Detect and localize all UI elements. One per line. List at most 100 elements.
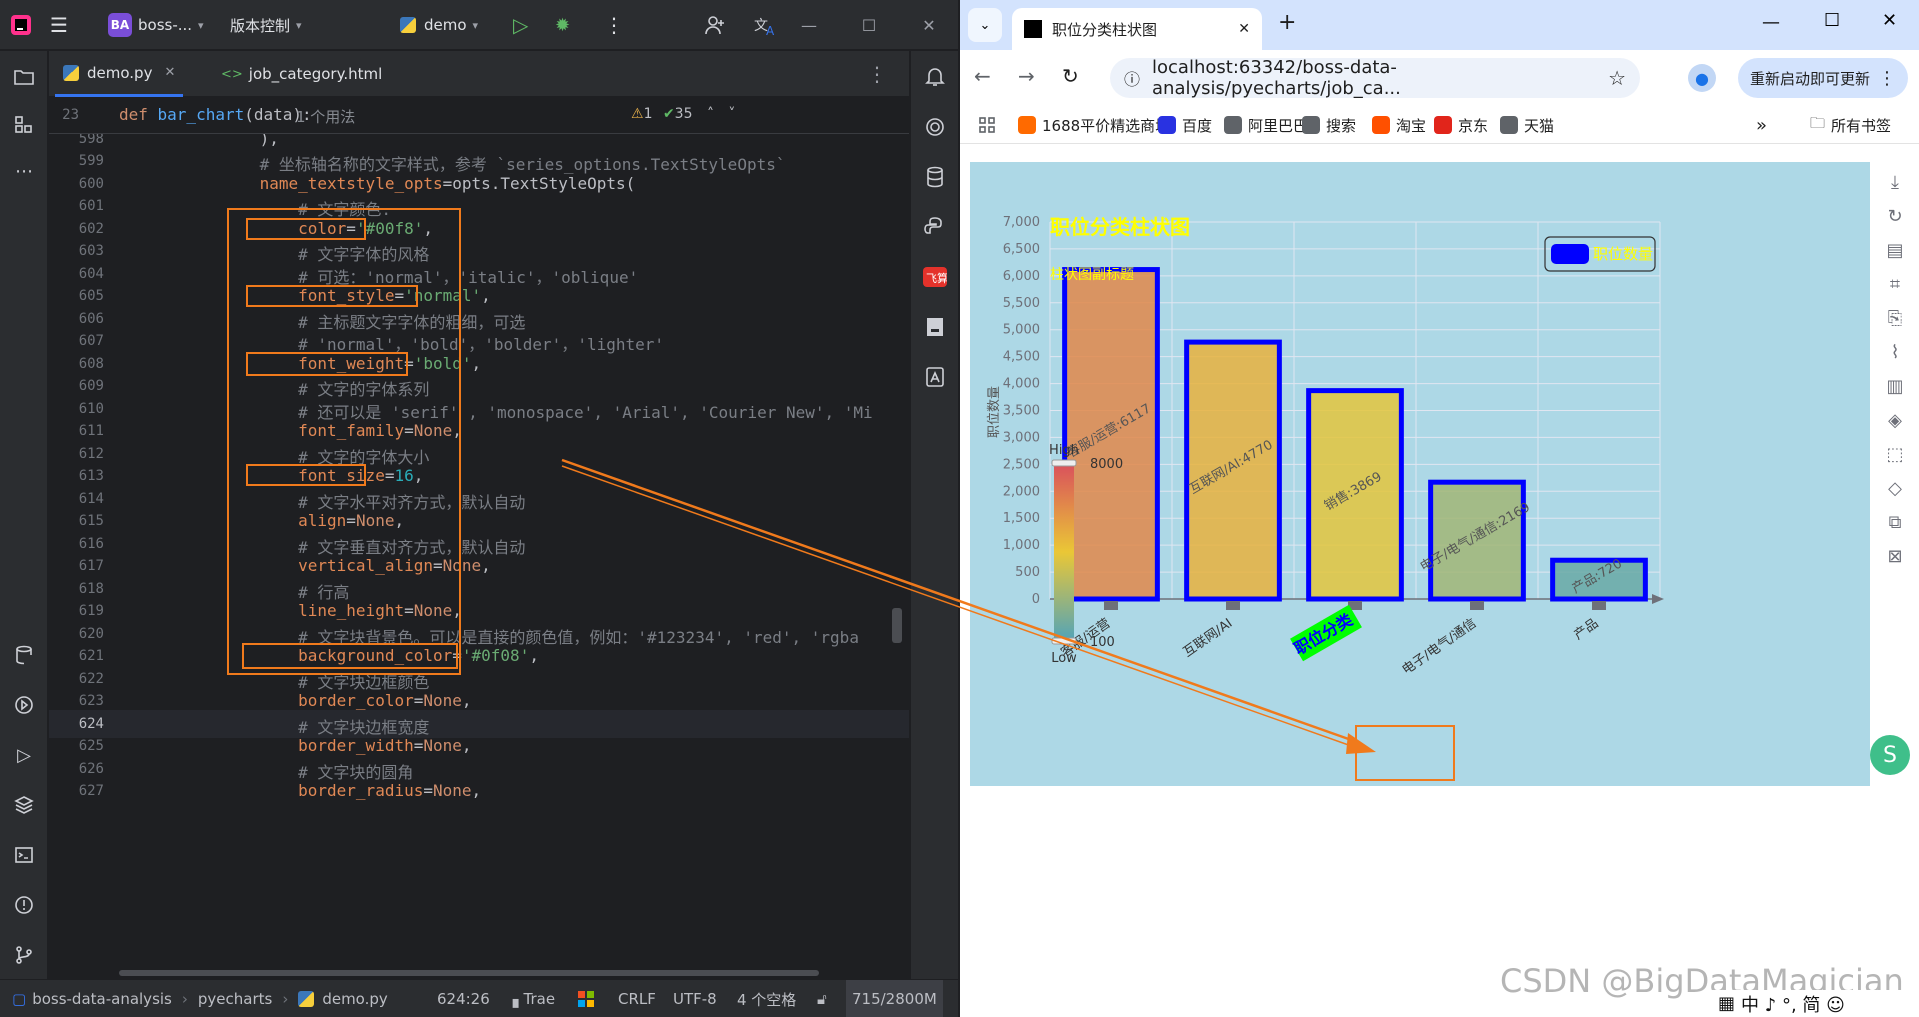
run-icon[interactable]: ▷ — [513, 0, 528, 50]
ai-translate-icon[interactable] — [921, 363, 949, 391]
browser-menu-icon[interactable]: ⋮ — [1878, 68, 1896, 89]
tab-search-icon[interactable]: ⌄ — [968, 8, 1002, 42]
y-tick-label: 2,000 — [1003, 484, 1040, 499]
breadcrumb-file[interactable]: demo.py — [322, 990, 387, 1008]
horizontal-scrollbar[interactable] — [119, 970, 819, 976]
terminal-icon[interactable] — [10, 841, 38, 869]
ide-logo-icon[interactable] — [10, 0, 32, 50]
caret-position[interactable]: 624:26 — [437, 980, 490, 1017]
bookmark-item[interactable]: 搜索 — [1302, 106, 1356, 144]
bookmark-item[interactable]: 天猫 — [1500, 106, 1554, 144]
download-icon[interactable]: ⤓ — [1883, 170, 1907, 194]
back-icon[interactable]: ← — [974, 64, 991, 88]
more-actions-icon[interactable]: ⋮ — [604, 0, 624, 50]
clear-selection-icon[interactable]: ⊠ — [1883, 544, 1907, 568]
bar-chart-icon[interactable]: ▥ — [1883, 374, 1907, 398]
stack-icon[interactable]: ◈ — [1883, 408, 1907, 432]
file-encoding[interactable]: UTF-8 — [673, 980, 717, 1017]
more-tools-icon[interactable]: ⋯ — [10, 157, 38, 185]
zoom-back-icon[interactable]: ⎘ — [1883, 306, 1907, 330]
chevron-up-icon[interactable]: ˄ — [707, 106, 714, 122]
indent-setting[interactable]: 4 个空格 — [737, 980, 796, 1017]
y-tick-label: 4,000 — [1003, 377, 1040, 392]
problems-icon[interactable] — [10, 891, 38, 919]
translate-icon[interactable]: 文A — [754, 0, 778, 50]
new-tab-button[interactable]: + — [1278, 10, 1296, 35]
ide-title-bar: ☰ BA boss-... ▾ 版本控制 ▾ demo ▾ ▷ ✹ ⋮ 文 A … — [0, 0, 958, 50]
all-bookmarks[interactable]: 🗀︎ 所有书签 — [1810, 106, 1891, 144]
code-editor[interactable]: 597 linestyle_opts=None,598 ),599 # 坐标轴名… — [49, 98, 909, 978]
folder-icon[interactable] — [10, 63, 38, 91]
update-button[interactable]: 重新启动即可更新 ⋮ — [1738, 58, 1908, 98]
project-selector[interactable]: BA boss-... ▾ — [108, 0, 204, 50]
breadcrumb-project[interactable]: boss-data-analysis — [32, 990, 172, 1008]
zoom-icon[interactable]: ⌗ — [1883, 272, 1907, 296]
breadcrumb-folder[interactable]: pyecharts — [198, 990, 272, 1008]
database-icon[interactable] — [10, 641, 38, 669]
bookmark-item[interactable]: 淘宝 — [1372, 106, 1426, 144]
chevron-down-icon[interactable]: ˅ — [728, 106, 735, 122]
ai-assistant-icon[interactable] — [921, 113, 949, 141]
windows-icon[interactable] — [578, 980, 594, 1017]
address-bar[interactable]: ⓘ localhost:63342/boss-data-analysis/pye… — [1110, 57, 1640, 99]
profile-avatar[interactable]: ● — [1688, 64, 1716, 92]
python-console-icon[interactable] — [921, 213, 949, 241]
reload-icon[interactable]: ↻ — [1062, 64, 1079, 88]
close-button[interactable]: ✕ — [906, 0, 952, 50]
tab-demo-py[interactable]: demo.py ✕ — [55, 51, 184, 97]
rect-select-icon[interactable]: ⬚ — [1883, 442, 1907, 466]
maximize-button[interactable]: ☐ — [846, 0, 892, 50]
floating-assistant-icon[interactable]: S — [1870, 735, 1910, 775]
tab-job-category-html[interactable]: <> job_category.html — [221, 51, 382, 97]
run-tool-icon[interactable]: ▷ — [10, 741, 38, 769]
ime-toolbar[interactable]: ▦ 中 ♪ °, 简 ☺ — [1712, 990, 1919, 1017]
apps-grid-icon[interactable] — [978, 106, 996, 144]
bookmark-item[interactable]: 阿里巴巴 — [1224, 106, 1308, 144]
tab-options-icon[interactable]: ⋮ — [867, 51, 887, 97]
bookmark-item[interactable]: 京东 — [1434, 106, 1488, 144]
keep-selection-icon[interactable]: ⧉ — [1883, 510, 1907, 534]
lasso-select-icon[interactable]: ◇ — [1883, 476, 1907, 500]
data-view-icon[interactable]: ▤ — [1883, 238, 1907, 262]
debug-icon[interactable]: ✹ — [555, 0, 570, 50]
site-info-icon[interactable]: ⓘ — [1124, 66, 1140, 90]
sdk-icon[interactable] — [921, 313, 949, 341]
bookmark-item[interactable]: 1688平价精选商城 — [1018, 106, 1170, 144]
line-ending[interactable]: CRLF — [618, 980, 656, 1017]
close-button[interactable]: ✕ — [1882, 10, 1897, 31]
memory-indicator[interactable]: 715/2800M — [846, 980, 943, 1017]
restore-icon[interactable]: ↻ — [1883, 204, 1907, 228]
feishu-icon[interactable]: 飞算 — [921, 263, 949, 291]
lock-icon[interactable]: 🔓︎ — [817, 980, 827, 1017]
structure-icon[interactable] — [10, 111, 38, 139]
code-line: name_textstyle_opts=opts.TextStyleOpts( — [259, 173, 636, 193]
add-user-icon[interactable] — [704, 0, 726, 50]
minimize-button[interactable]: — — [786, 0, 832, 50]
git-icon[interactable] — [10, 941, 38, 969]
minimize-button[interactable]: — — [1762, 12, 1780, 33]
svg-text:A: A — [766, 24, 775, 36]
vertical-scrollbar[interactable] — [892, 608, 902, 643]
bookmark-star-icon[interactable]: ☆ — [1608, 66, 1626, 90]
database-tool-icon[interactable] — [921, 163, 949, 191]
line-chart-icon[interactable]: ⌇ — [1883, 340, 1907, 364]
services-icon[interactable] — [10, 691, 38, 719]
layers-icon[interactable] — [10, 791, 38, 819]
more-bookmarks-icon[interactable]: » — [1756, 106, 1767, 144]
bookmark-label: 淘宝 — [1396, 116, 1427, 135]
main-menu-icon[interactable]: ☰ — [50, 0, 68, 50]
close-tab-icon[interactable]: ✕ — [1238, 21, 1250, 37]
bookmark-item[interactable]: 百度 — [1158, 106, 1212, 144]
vcs-menu[interactable]: 版本控制 ▾ — [230, 0, 302, 50]
tab-title: 职位分类柱状图 — [1052, 20, 1158, 39]
browser-tab-active[interactable]: 职位分类柱状图 ✕ — [1012, 8, 1262, 50]
run-config-selector[interactable]: demo ▾ — [400, 0, 478, 50]
notifications-icon[interactable] — [921, 63, 949, 91]
close-tab-icon[interactable]: ✕ — [164, 65, 175, 80]
trae-plugin[interactable]: ▗ Trae — [507, 980, 555, 1017]
browser-tab-strip: ⌄ 职位分类柱状图 ✕ + — ☐ ✕ — [960, 0, 1919, 50]
chart-subtitle: 柱状图副标题 — [1050, 267, 1134, 283]
maximize-button[interactable]: ☐ — [1824, 10, 1840, 31]
inspection-widget[interactable]: ⚠1 ✔35 ˄ ˅ — [631, 106, 735, 122]
forward-icon[interactable]: → — [1018, 64, 1035, 88]
